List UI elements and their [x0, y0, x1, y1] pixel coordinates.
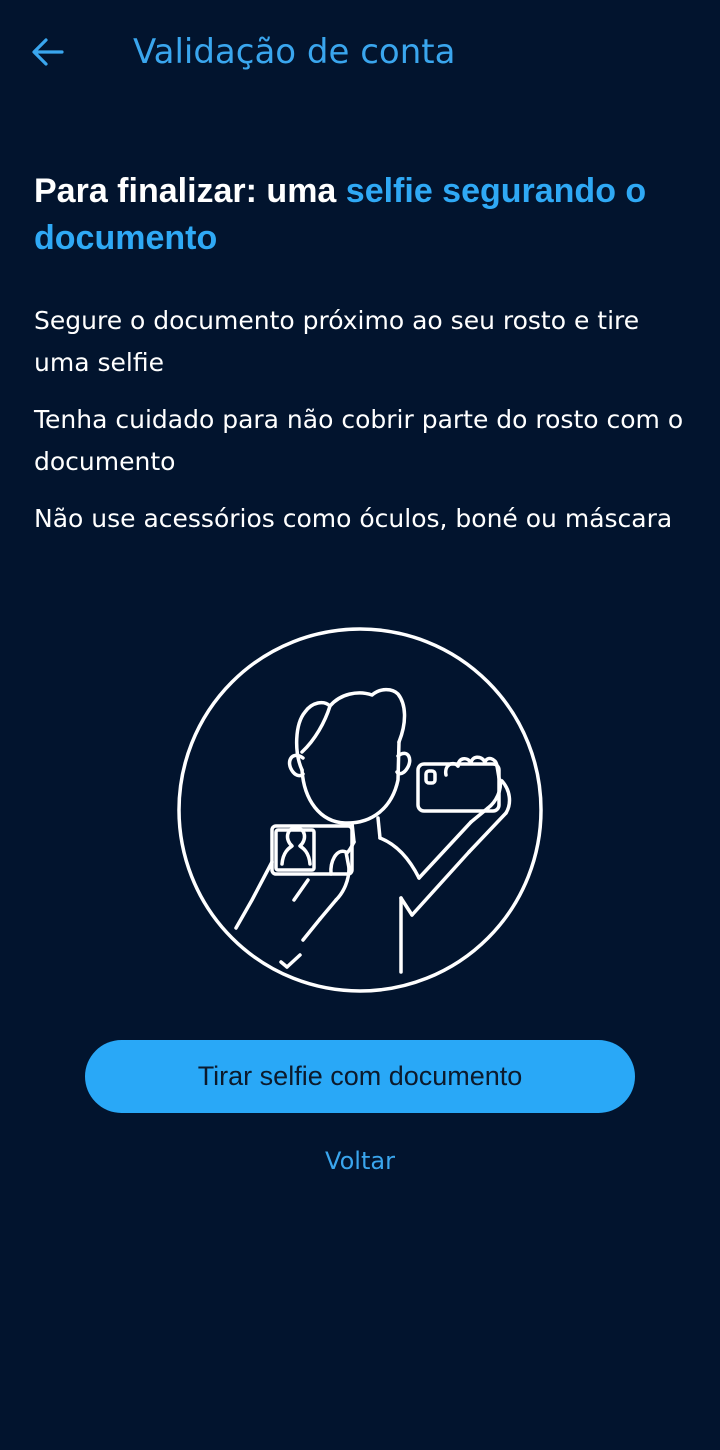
instruction-list: Segure o documento próximo ao seu rosto … — [34, 300, 694, 555]
take-selfie-button[interactable]: Tirar selfie com documento — [85, 1040, 635, 1113]
take-selfie-button-label: Tirar selfie com documento — [197, 1061, 523, 1091]
app-header: Validação de conta — [0, 0, 720, 104]
headline-prefix: Para finalizar: uma — [34, 172, 346, 210]
arrow-left-icon — [32, 38, 64, 66]
instruction-item: Não use acessórios como óculos, boné ou … — [34, 504, 673, 533]
page-title: Validação de conta — [133, 32, 456, 72]
back-link[interactable]: Voltar — [0, 1144, 720, 1178]
selfie-with-document-illustration — [177, 627, 543, 993]
headline: Para finalizar: uma selfie segurando o d… — [34, 168, 684, 262]
instruction-item: Tenha cuidado para não cobrir parte do r… — [34, 405, 684, 476]
back-button[interactable] — [22, 28, 74, 76]
instruction-item: Segure o documento próximo ao seu rosto … — [34, 306, 640, 377]
